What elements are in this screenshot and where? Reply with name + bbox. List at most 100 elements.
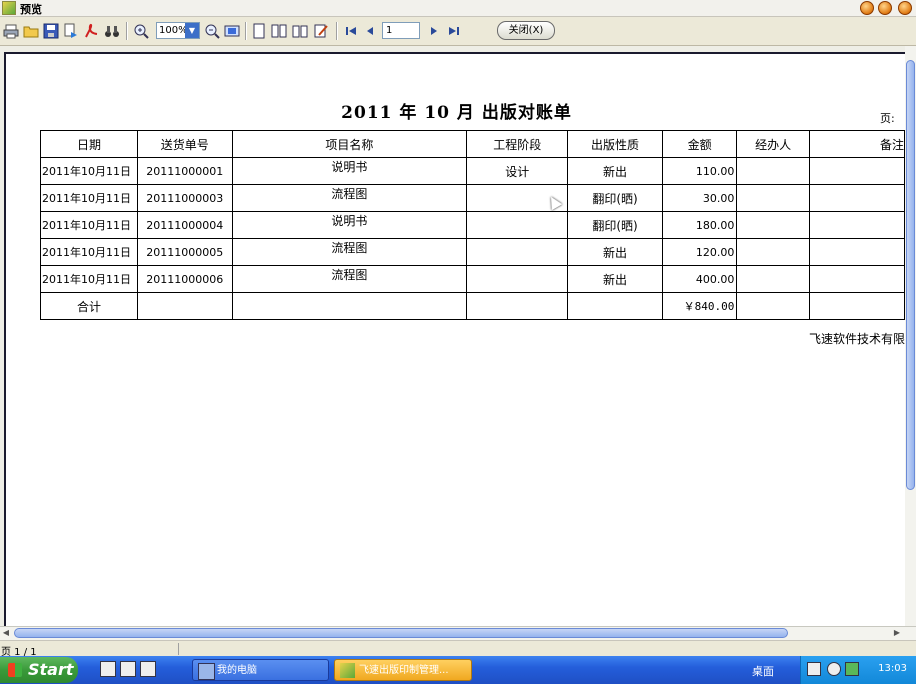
fit-page-icon[interactable] xyxy=(224,23,240,39)
column-header: 日期 xyxy=(40,130,138,158)
column-header: 经办人 xyxy=(736,130,810,158)
toolbar-separator xyxy=(126,22,128,40)
table-row: 2011年10月11日 20111000003 流程图 翻印(晒) 30.00 xyxy=(40,184,906,212)
amount-cell: 180.00 xyxy=(661,211,738,239)
table-row: 2011年10月11日 20111000005 流程图 新出 120.00 xyxy=(40,238,906,266)
task-label: 飞速出版印制管理... xyxy=(359,665,449,676)
date-cell: 2011年10月11日 xyxy=(40,157,138,185)
amount-cell: 400.00 xyxy=(661,265,738,293)
task-publishing-app[interactable]: 飞速出版印制管理... xyxy=(334,659,472,681)
tray-arrow-icon[interactable] xyxy=(827,662,841,676)
project-name-cell: 流程图 xyxy=(231,265,468,293)
zoom-value: 100% xyxy=(159,25,188,36)
empty-cell xyxy=(136,292,233,320)
book-view-icon[interactable] xyxy=(292,23,308,39)
open-folder-icon[interactable] xyxy=(23,23,39,39)
horizontal-scrollbar[interactable]: ◀ ▶ xyxy=(0,626,916,640)
delivery-no-cell: 20111000003 xyxy=(136,184,233,212)
start-button[interactable]: Start xyxy=(0,657,78,683)
print-icon[interactable] xyxy=(3,23,19,39)
clock: 13:03 xyxy=(878,663,907,674)
start-label: Start xyxy=(28,660,74,679)
toolbar-separator xyxy=(245,22,247,40)
amount-cell: 30.00 xyxy=(661,184,738,212)
preview-toolbar: 100% ▼ 1 关闭(X) xyxy=(0,17,916,46)
statement-table: 日期 送货单号 项目名称 工程阶段 出版性质 金额 经办人 备注 2011年10… xyxy=(40,130,906,320)
close-preview-button[interactable]: 关闭(X) xyxy=(497,21,555,40)
zoom-in-icon[interactable] xyxy=(133,23,149,39)
chevron-down-icon[interactable]: ▼ xyxy=(185,23,199,38)
zoom-out-icon[interactable] xyxy=(204,23,220,39)
date-cell: 2011年10月11日 xyxy=(40,211,138,239)
date-cell: 2011年10月11日 xyxy=(40,238,138,266)
note-cell xyxy=(808,238,906,266)
edit-page-icon[interactable] xyxy=(313,23,329,39)
save-icon[interactable] xyxy=(43,23,59,39)
computer-icon xyxy=(198,663,215,680)
preview-viewport: 2011 年 10 月 出版对账单 页: 日期 送货单号 项目名称 工程阶段 出… xyxy=(0,46,905,626)
app-quicklaunch-icon[interactable] xyxy=(140,661,156,677)
horizontal-scroll-thumb[interactable] xyxy=(14,628,788,638)
table-header-row: 日期 送货单号 项目名称 工程阶段 出版性质 金额 经办人 备注 xyxy=(40,130,906,158)
column-header: 工程阶段 xyxy=(466,130,569,158)
tray-app-icon[interactable] xyxy=(807,662,821,676)
last-page-icon[interactable] xyxy=(446,23,462,39)
task-my-computer[interactable]: 我的电脑 xyxy=(192,659,329,681)
delivery-no-cell: 20111000006 xyxy=(136,265,233,293)
status-bar: 页 1 / 1 xyxy=(0,640,916,658)
close-window-button[interactable] xyxy=(898,1,912,15)
amount-cell: 120.00 xyxy=(661,238,738,266)
project-name-cell: 说明书 xyxy=(231,211,468,239)
first-page-icon[interactable] xyxy=(343,23,359,39)
publish-type-cell: 新出 xyxy=(567,238,663,266)
find-binoculars-icon[interactable] xyxy=(104,23,120,39)
minimize-button[interactable] xyxy=(860,1,874,15)
publish-type-cell: 翻印(晒) xyxy=(567,184,663,212)
next-page-icon[interactable] xyxy=(426,23,442,39)
drive-icon[interactable] xyxy=(120,661,136,677)
page-number-input[interactable]: 1 xyxy=(382,22,420,39)
column-header: 备注 xyxy=(808,130,906,158)
stage-cell xyxy=(466,238,569,266)
project-name-cell: 流程图 xyxy=(231,238,468,266)
handler-cell xyxy=(736,184,810,212)
single-page-icon[interactable] xyxy=(251,23,267,39)
column-header: 项目名称 xyxy=(231,130,468,158)
pdf-icon[interactable] xyxy=(83,23,99,39)
empty-cell xyxy=(466,292,569,320)
zoom-select[interactable]: 100% ▼ xyxy=(156,22,200,39)
maximize-button[interactable] xyxy=(878,1,892,15)
scroll-right-arrow-icon[interactable]: ▶ xyxy=(892,628,902,638)
stage-cell xyxy=(466,265,569,293)
desktop-toolbar[interactable]: 桌面 xyxy=(752,663,774,679)
scroll-left-arrow-icon[interactable]: ◀ xyxy=(1,628,11,638)
windows-logo-icon xyxy=(8,663,22,677)
total-amount: ￥840.00 xyxy=(661,292,738,320)
handler-cell xyxy=(736,238,810,266)
handler-cell xyxy=(736,265,810,293)
company-name: 飞速软件技术有限 xyxy=(809,332,906,346)
two-pages-icon[interactable] xyxy=(271,23,287,39)
system-tray: 13:03 xyxy=(800,656,916,684)
empty-cell xyxy=(567,292,663,320)
empty-cell xyxy=(231,292,468,320)
delivery-no-cell: 20111000001 xyxy=(136,157,233,185)
note-cell xyxy=(808,184,906,212)
app-icon xyxy=(340,663,355,678)
vertical-scroll-thumb[interactable] xyxy=(906,60,915,490)
project-name-cell: 说明书 xyxy=(231,157,468,185)
note-cell xyxy=(808,211,906,239)
toolbar-separator xyxy=(336,22,338,40)
tray-network-icon[interactable] xyxy=(845,662,859,676)
table-row: 2011年10月11日 20111000001 说明书 设计 新出 110.00 xyxy=(40,157,906,185)
report-title: 2011 年 10 月 出版对账单 xyxy=(341,103,572,123)
prev-page-icon[interactable] xyxy=(362,23,378,39)
export-icon[interactable] xyxy=(63,23,79,39)
page-label: 页: xyxy=(880,112,895,125)
column-header: 出版性质 xyxy=(567,130,663,158)
window-title: 预览 xyxy=(20,3,42,16)
handler-cell xyxy=(736,157,810,185)
vertical-scrollbar[interactable] xyxy=(905,46,916,626)
calculator-icon[interactable] xyxy=(100,661,116,677)
table-row: 2011年10月11日 20111000004 说明书 翻印(晒) 180.00 xyxy=(40,211,906,239)
